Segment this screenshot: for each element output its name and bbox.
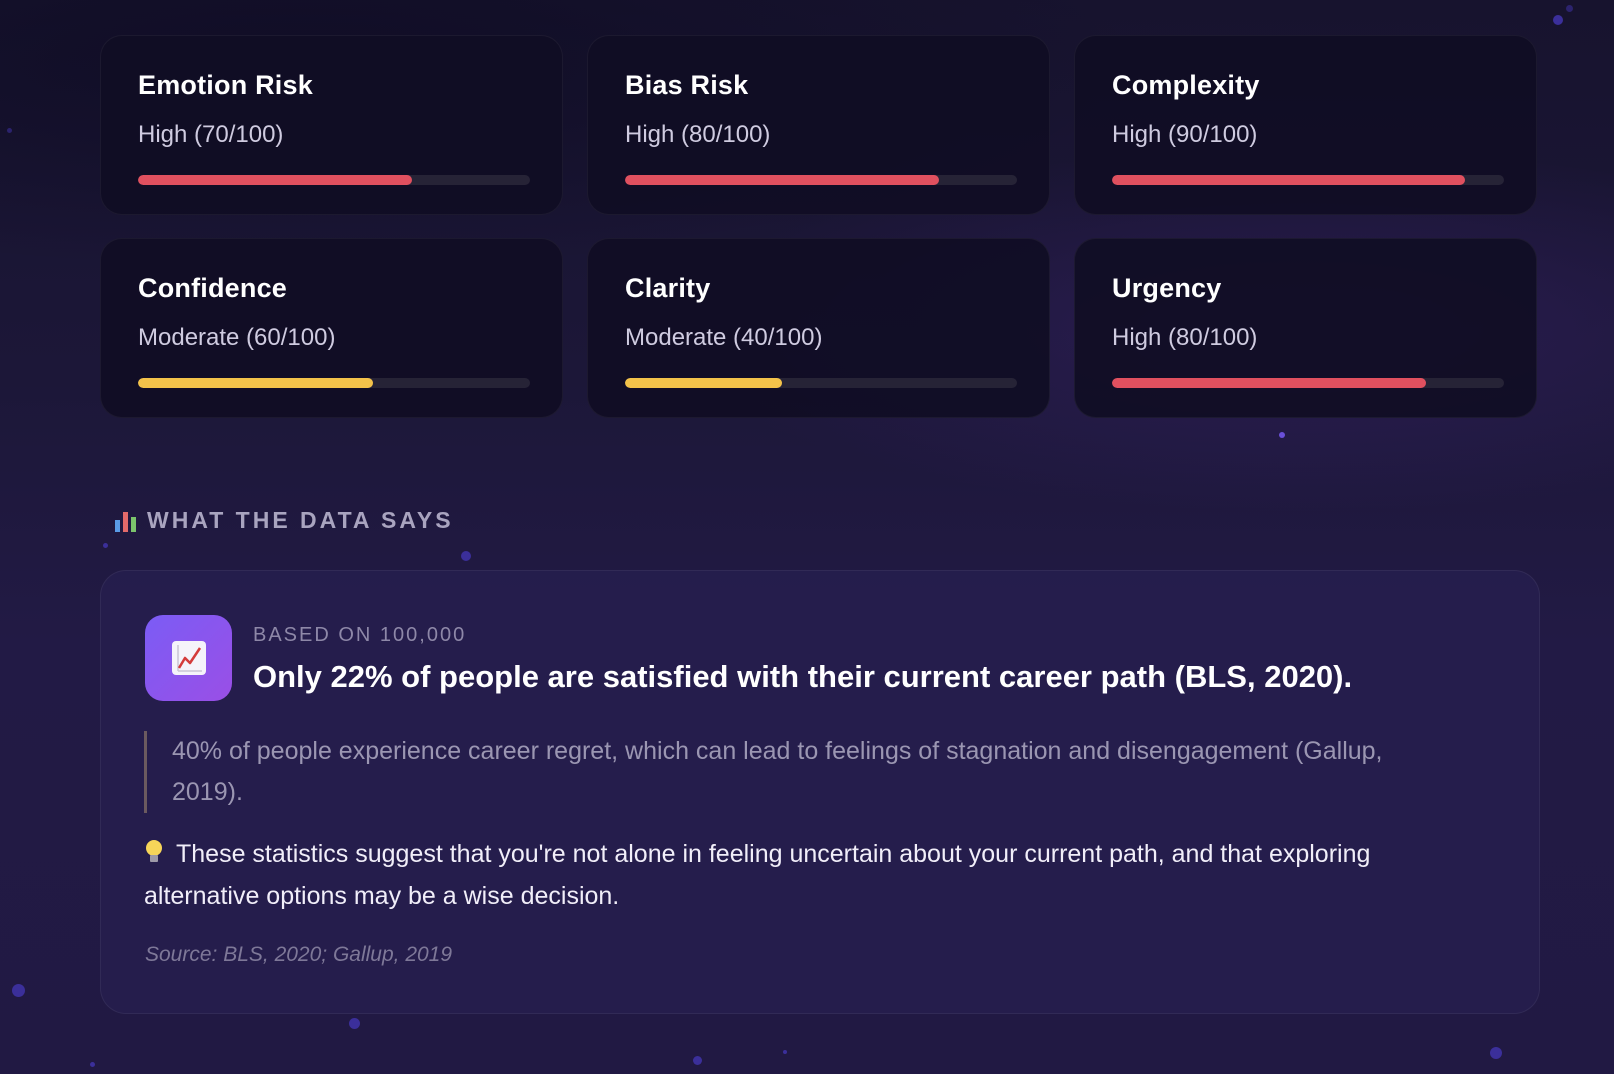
metric-progress-fill <box>138 378 374 388</box>
metric-progress-fill <box>1112 175 1465 185</box>
metric-progress-bar <box>625 378 1017 388</box>
metric-title: Emotion Risk <box>138 70 313 100</box>
insight-text: These statistics suggest that you're not… <box>144 833 1444 917</box>
metric-card-emotion-risk: Emotion Risk High (70/100) <box>100 35 563 215</box>
insight-body: These statistics suggest that you're not… <box>144 840 1371 910</box>
metric-value: Moderate (60/100) <box>138 324 336 351</box>
background-dot <box>7 128 12 133</box>
metrics-grid: Emotion Risk High (70/100) Bias Risk Hig… <box>100 35 1540 418</box>
metric-progress-bar <box>138 175 530 185</box>
background-dot <box>90 1062 95 1067</box>
metric-card-bias-risk: Bias Risk High (80/100) <box>587 35 1050 215</box>
background-dot <box>461 551 471 561</box>
light-bulb-icon <box>144 840 164 864</box>
metric-progress-bar <box>138 378 530 388</box>
background-dot <box>1566 5 1573 12</box>
metric-progress-fill <box>625 378 782 388</box>
background-dot <box>1553 15 1563 25</box>
background-dot <box>1279 432 1285 438</box>
metric-value: High (90/100) <box>1112 121 1258 148</box>
metric-card-clarity: Clarity Moderate (40/100) <box>587 238 1050 418</box>
metric-title: Urgency <box>1112 273 1222 303</box>
metric-title: Confidence <box>138 273 288 303</box>
background-dot <box>12 984 25 997</box>
metric-progress-fill <box>138 175 413 185</box>
metric-progress-fill <box>1112 378 1426 388</box>
metric-progress-bar <box>1112 378 1504 388</box>
background-dot <box>103 543 108 548</box>
section-header-data: WHAT THE DATA SAYS <box>115 507 454 534</box>
chart-increasing-icon <box>145 615 232 701</box>
metric-value: High (80/100) <box>1112 324 1258 351</box>
background-dot <box>1490 1047 1502 1059</box>
section-title: WHAT THE DATA SAYS <box>147 507 454 533</box>
source-citation: Source: BLS, 2020; Gallup, 2019 <box>145 943 453 966</box>
stat-headline: Only 22% of people are satisfied with th… <box>253 659 1353 694</box>
metric-progress-bar <box>625 175 1017 185</box>
metric-value: High (80/100) <box>625 121 771 148</box>
background-dot <box>349 1018 360 1029</box>
background-dot <box>783 1050 787 1054</box>
data-insight-card: BASED ON 100,000 Only 22% of people are … <box>100 570 1540 1014</box>
metric-title: Clarity <box>625 273 711 303</box>
metric-card-complexity: Complexity High (90/100) <box>1074 35 1537 215</box>
metric-value: High (70/100) <box>138 121 284 148</box>
bar-chart-icon <box>115 510 137 532</box>
metric-progress-bar <box>1112 175 1504 185</box>
stat-quote: 40% of people experience career regret, … <box>144 731 1444 813</box>
metric-title: Complexity <box>1112 70 1260 100</box>
background-dot <box>693 1056 702 1065</box>
metric-card-confidence: Confidence Moderate (60/100) <box>100 238 563 418</box>
metric-value: Moderate (40/100) <box>625 324 823 351</box>
metric-card-urgency: Urgency High (80/100) <box>1074 238 1537 418</box>
metric-title: Bias Risk <box>625 70 749 100</box>
stat-sample-size: BASED ON 100,000 <box>253 624 467 646</box>
metric-progress-fill <box>625 175 939 185</box>
